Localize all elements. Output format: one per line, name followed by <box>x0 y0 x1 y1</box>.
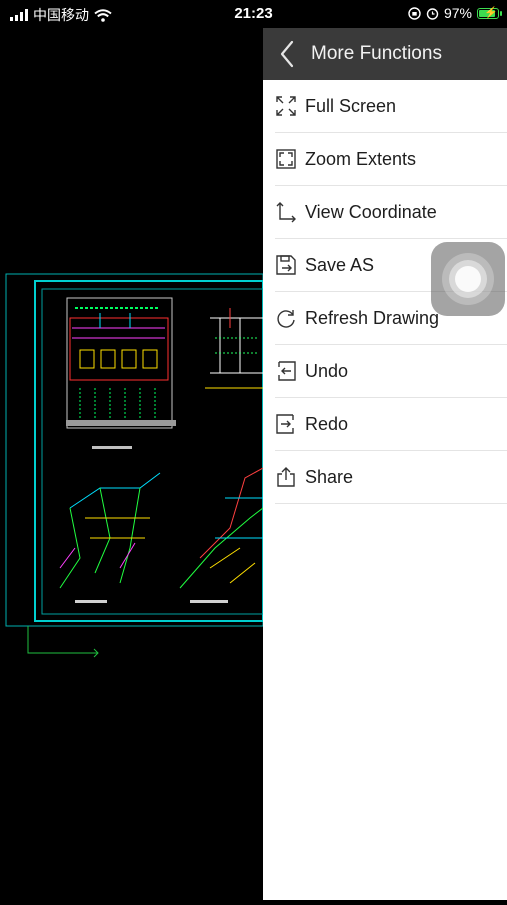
wifi-icon <box>94 8 112 22</box>
share-icon <box>275 466 297 488</box>
menu-item-undo[interactable]: Undo <box>275 345 507 398</box>
orientation-lock-icon <box>408 6 421 20</box>
menu-item-zoom-extents[interactable]: Zoom Extents <box>275 133 507 186</box>
cad-drawing-canvas[interactable] <box>0 28 264 900</box>
signal-icon <box>10 9 28 21</box>
zoom-extents-icon <box>275 148 297 170</box>
save-as-icon <box>275 254 297 276</box>
battery-percent: 97% <box>443 5 472 21</box>
undo-icon <box>275 360 297 382</box>
panel-title: More Functions <box>311 43 442 64</box>
carrier-label: 中国移动 <box>33 7 89 23</box>
menu-item-label: Redo <box>305 413 349 434</box>
redo-icon <box>275 413 297 435</box>
alarm-icon <box>426 7 439 20</box>
more-functions-panel: More Functions Full Screen Zoom Extents <box>263 28 507 900</box>
cad-drawing <box>5 273 264 658</box>
menu-item-share[interactable]: Share <box>275 451 507 504</box>
full-screen-icon <box>275 95 297 117</box>
menu-item-label: Save AS <box>305 254 375 275</box>
menu-item-label: Full Screen <box>305 95 397 116</box>
battery-icon: ⚡ <box>477 7 502 19</box>
status-bar: 中国移动 21:23 97% ⚡ <box>0 0 507 28</box>
menu-item-full-screen[interactable]: Full Screen <box>275 80 507 133</box>
assistive-touch-button[interactable] <box>431 242 505 316</box>
chevron-left-icon <box>280 40 294 68</box>
menu-item-redo[interactable]: Redo <box>275 398 507 451</box>
menu-item-label: Share <box>305 466 354 487</box>
menu-item-label: Refresh Drawing <box>305 307 440 328</box>
menu-item-view-coordinate[interactable]: View Coordinate <box>275 186 507 239</box>
menu-item-label: Undo <box>305 360 349 381</box>
menu-item-label: Zoom Extents <box>305 148 417 169</box>
back-button[interactable] <box>263 28 311 80</box>
menu-item-label: View Coordinate <box>305 201 437 222</box>
refresh-icon <box>275 307 297 329</box>
coordinate-icon <box>275 201 297 223</box>
panel-header: More Functions <box>263 28 507 80</box>
